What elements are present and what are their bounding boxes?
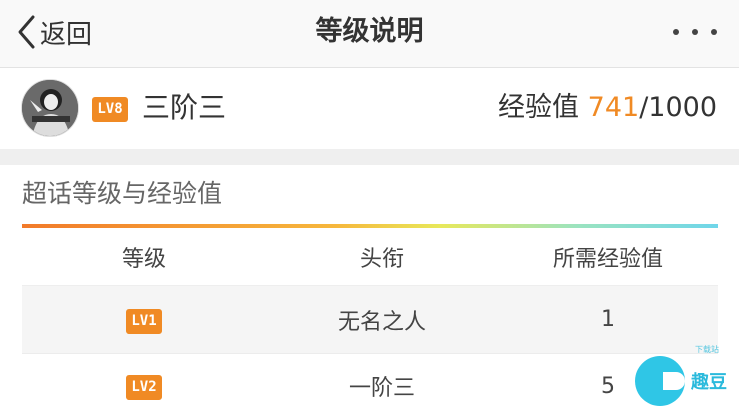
column-header-exp: 所需经验值 bbox=[552, 246, 663, 272]
rank-name: 三阶三 bbox=[142, 91, 227, 124]
section-divider bbox=[0, 149, 739, 165]
page-title: 等级说明 bbox=[315, 16, 424, 47]
table-row: LV1 无名之人 1 bbox=[22, 286, 718, 354]
experience-value: 经验值 741/1000 bbox=[498, 88, 717, 128]
download-logo-icon bbox=[635, 356, 685, 406]
level-badge: LV8 bbox=[92, 97, 128, 122]
watermark-text: 趣豆 bbox=[687, 368, 731, 394]
table-row: LV2 一阶三 5 bbox=[22, 354, 718, 410]
column-header-title: 头衔 bbox=[359, 246, 404, 272]
chevron-left-icon bbox=[16, 14, 36, 50]
top-navbar: 返回 等级说明 bbox=[0, 0, 739, 68]
table-cell-title: 无名之人 bbox=[337, 309, 426, 335]
section-title: 超话等级与经验值 bbox=[22, 179, 223, 208]
level-table: 等级 头衔 所需经验值 LV1 无名之人 1 LV2 一阶三 5 bbox=[22, 228, 718, 410]
more-options-icon[interactable] bbox=[673, 20, 717, 44]
table-cell-exp: 1 bbox=[601, 307, 615, 332]
exp-current: 741 bbox=[587, 92, 640, 123]
column-header-level: 等级 bbox=[121, 246, 166, 272]
table-cell-title: 一阶三 bbox=[348, 376, 415, 401]
avatar[interactable] bbox=[21, 79, 79, 137]
table-header-row: 等级 头衔 所需经验值 bbox=[22, 228, 718, 286]
watermark-logo: 趣豆 下载站 bbox=[635, 345, 731, 406]
level-badge: LV2 bbox=[126, 375, 162, 400]
back-label: 返回 bbox=[40, 19, 93, 50]
exp-label: 经验值 bbox=[498, 92, 580, 123]
watermark-small-text: 下载站 bbox=[695, 345, 719, 354]
level-badge: LV1 bbox=[126, 308, 162, 334]
profile-row: LV8 三阶三 经验值 741/1000 bbox=[0, 69, 739, 149]
back-button[interactable]: 返回 bbox=[16, 12, 92, 52]
exp-total: /1000 bbox=[639, 92, 717, 123]
